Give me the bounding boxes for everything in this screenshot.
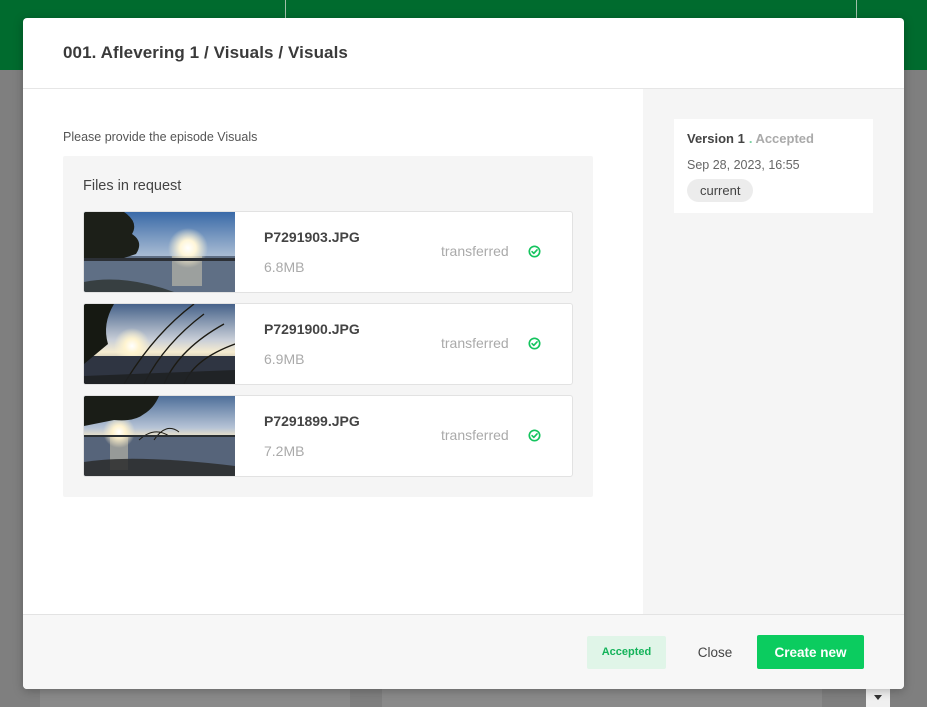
- accepted-status-badge: Accepted: [587, 636, 666, 669]
- close-button[interactable]: Close: [683, 636, 747, 669]
- check-circle-icon: [528, 245, 541, 258]
- version-label: Version 1: [687, 131, 745, 146]
- background-dropdown: [866, 688, 890, 707]
- dialog-body: Please provide the episode Visuals Files…: [23, 89, 904, 614]
- version-separator: .: [748, 131, 753, 146]
- file-status: transferred: [441, 335, 509, 351]
- background-header-divider: [856, 0, 857, 18]
- check-circle-icon: [528, 337, 541, 350]
- version-header: Version 1. Accepted: [687, 131, 814, 146]
- current-badge: current: [687, 179, 754, 202]
- background-panel: [382, 689, 822, 707]
- file-thumbnail: [84, 304, 235, 384]
- file-status: transferred: [441, 243, 509, 259]
- version-card[interactable]: Version 1. Accepted Sep 28, 2023, 16:55 c…: [674, 119, 873, 213]
- file-name: P7291899.JPG: [264, 413, 360, 429]
- dialog-footer: Accepted Close Create new: [23, 614, 904, 689]
- files-heading: Files in request: [83, 178, 182, 194]
- check-circle-icon: [528, 429, 541, 442]
- dialog-header: 001. Aflevering 1 / Visuals / Visuals: [23, 18, 904, 89]
- file-size: 6.9MB: [264, 351, 305, 367]
- file-item[interactable]: P7291900.JPG 6.9MB transferred: [83, 303, 573, 385]
- file-thumbnail: [84, 212, 235, 292]
- background-panel: [40, 689, 350, 707]
- create-new-button[interactable]: Create new: [757, 635, 864, 669]
- version-status: Accepted: [755, 131, 814, 146]
- file-item[interactable]: P7291903.JPG 6.8MB transferred: [83, 211, 573, 293]
- file-thumbnail: [84, 396, 235, 476]
- request-instruction: Please provide the episode Visuals: [63, 130, 258, 144]
- file-size: 6.8MB: [264, 259, 305, 275]
- file-name: P7291900.JPG: [264, 321, 360, 337]
- files-in-request-panel: Files in request P7291903.JPG 6.8MB tran…: [63, 156, 593, 497]
- version-dialog: 001. Aflevering 1 / Visuals / Visuals Pl…: [23, 18, 904, 689]
- dialog-title: 001. Aflevering 1 / Visuals / Visuals: [63, 43, 348, 62]
- file-status: transferred: [441, 427, 509, 443]
- file-size: 7.2MB: [264, 443, 305, 459]
- versions-sidebar: Version 1. Accepted Sep 28, 2023, 16:55 c…: [643, 89, 904, 614]
- file-item[interactable]: P7291899.JPG 7.2MB transferred: [83, 395, 573, 477]
- file-name: P7291903.JPG: [264, 229, 360, 245]
- request-details: Please provide the episode Visuals Files…: [23, 89, 643, 614]
- background-header-divider: [285, 0, 286, 18]
- version-date: Sep 28, 2023, 16:55: [687, 158, 800, 172]
